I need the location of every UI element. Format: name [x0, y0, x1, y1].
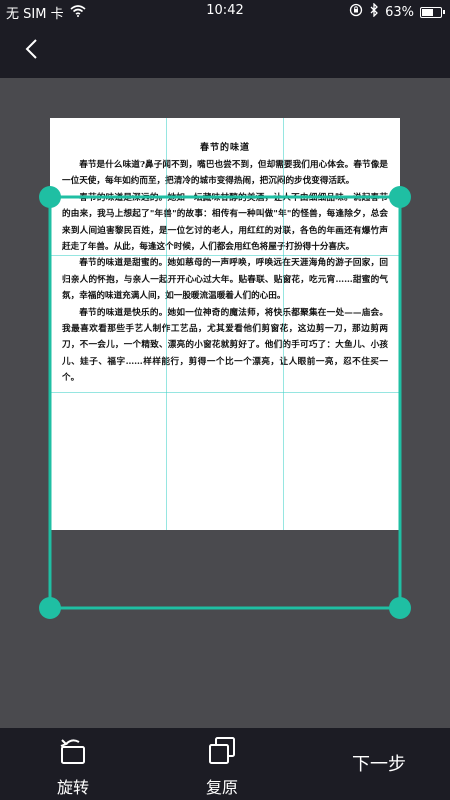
crop-handle-bottom-left[interactable]: [39, 597, 61, 619]
document-preview: 春节的味道 春节是什么味道?鼻子闻不到，嘴巴也尝不到，但却需要我们用心体会。春节…: [50, 118, 400, 530]
restore-button[interactable]: 复原: [205, 736, 239, 798]
battery-fill: [422, 8, 433, 16]
next-step-button[interactable]: 下一步: [352, 750, 406, 776]
bottom-toolbar: 旋转 复原 下一步: [0, 728, 450, 800]
document-body: 春节是什么味道?鼻子闻不到，嘴巴也尝不到，但却需要我们用心体会。春节像是一位天使…: [50, 157, 400, 387]
document-paragraph: 春节的味道是深远的。她如一坛藏味甘醇的美酒，让人不由细细品味。说起春节的由来，我…: [62, 192, 388, 253]
document-title: 春节的味道: [199, 143, 250, 153]
document-paragraph: 春节的味道是快乐的。她如一位神奇的魔法师，将快乐都聚集在一处——庙会。我最喜欢看…: [62, 307, 388, 384]
rotate-button[interactable]: 旋转: [56, 736, 90, 798]
crop-handle-bottom-right[interactable]: [389, 597, 411, 619]
nav-bar: [0, 24, 450, 78]
rotate-label: 旋转: [56, 778, 89, 797]
status-bar: 无 SIM 卡 10:42 63%: [0, 0, 450, 24]
battery-percent: 63%: [385, 4, 414, 20]
status-right: 63%: [349, 2, 445, 21]
restore-icon: [205, 736, 239, 770]
crop-handle-top-left[interactable]: [39, 186, 61, 208]
grid-line-horizontal: [50, 392, 400, 393]
document-paragraph: 春节是什么味道?鼻子闻不到，嘴巴也尝不到，但却需要我们用心体会。春节像是一位天使…: [62, 160, 388, 187]
grid-line-vertical: [283, 118, 284, 530]
back-button[interactable]: [14, 34, 48, 68]
chevron-left-icon: [24, 38, 38, 64]
grid-line-horizontal: [50, 255, 400, 256]
battery-icon: [420, 6, 445, 18]
crop-handle-top-right[interactable]: [389, 186, 411, 208]
rotate-icon: [56, 736, 90, 770]
restore-label: 复原: [205, 778, 238, 797]
rotation-lock-icon: [349, 3, 363, 21]
bluetooth-icon: [369, 2, 379, 21]
document-paragraph: 春节的味道是甜蜜的。她如慈母的一声呼唤，呼唤远在天涯海角的游子回家，回归亲人的怀…: [62, 258, 388, 302]
grid-line-vertical: [166, 118, 167, 530]
